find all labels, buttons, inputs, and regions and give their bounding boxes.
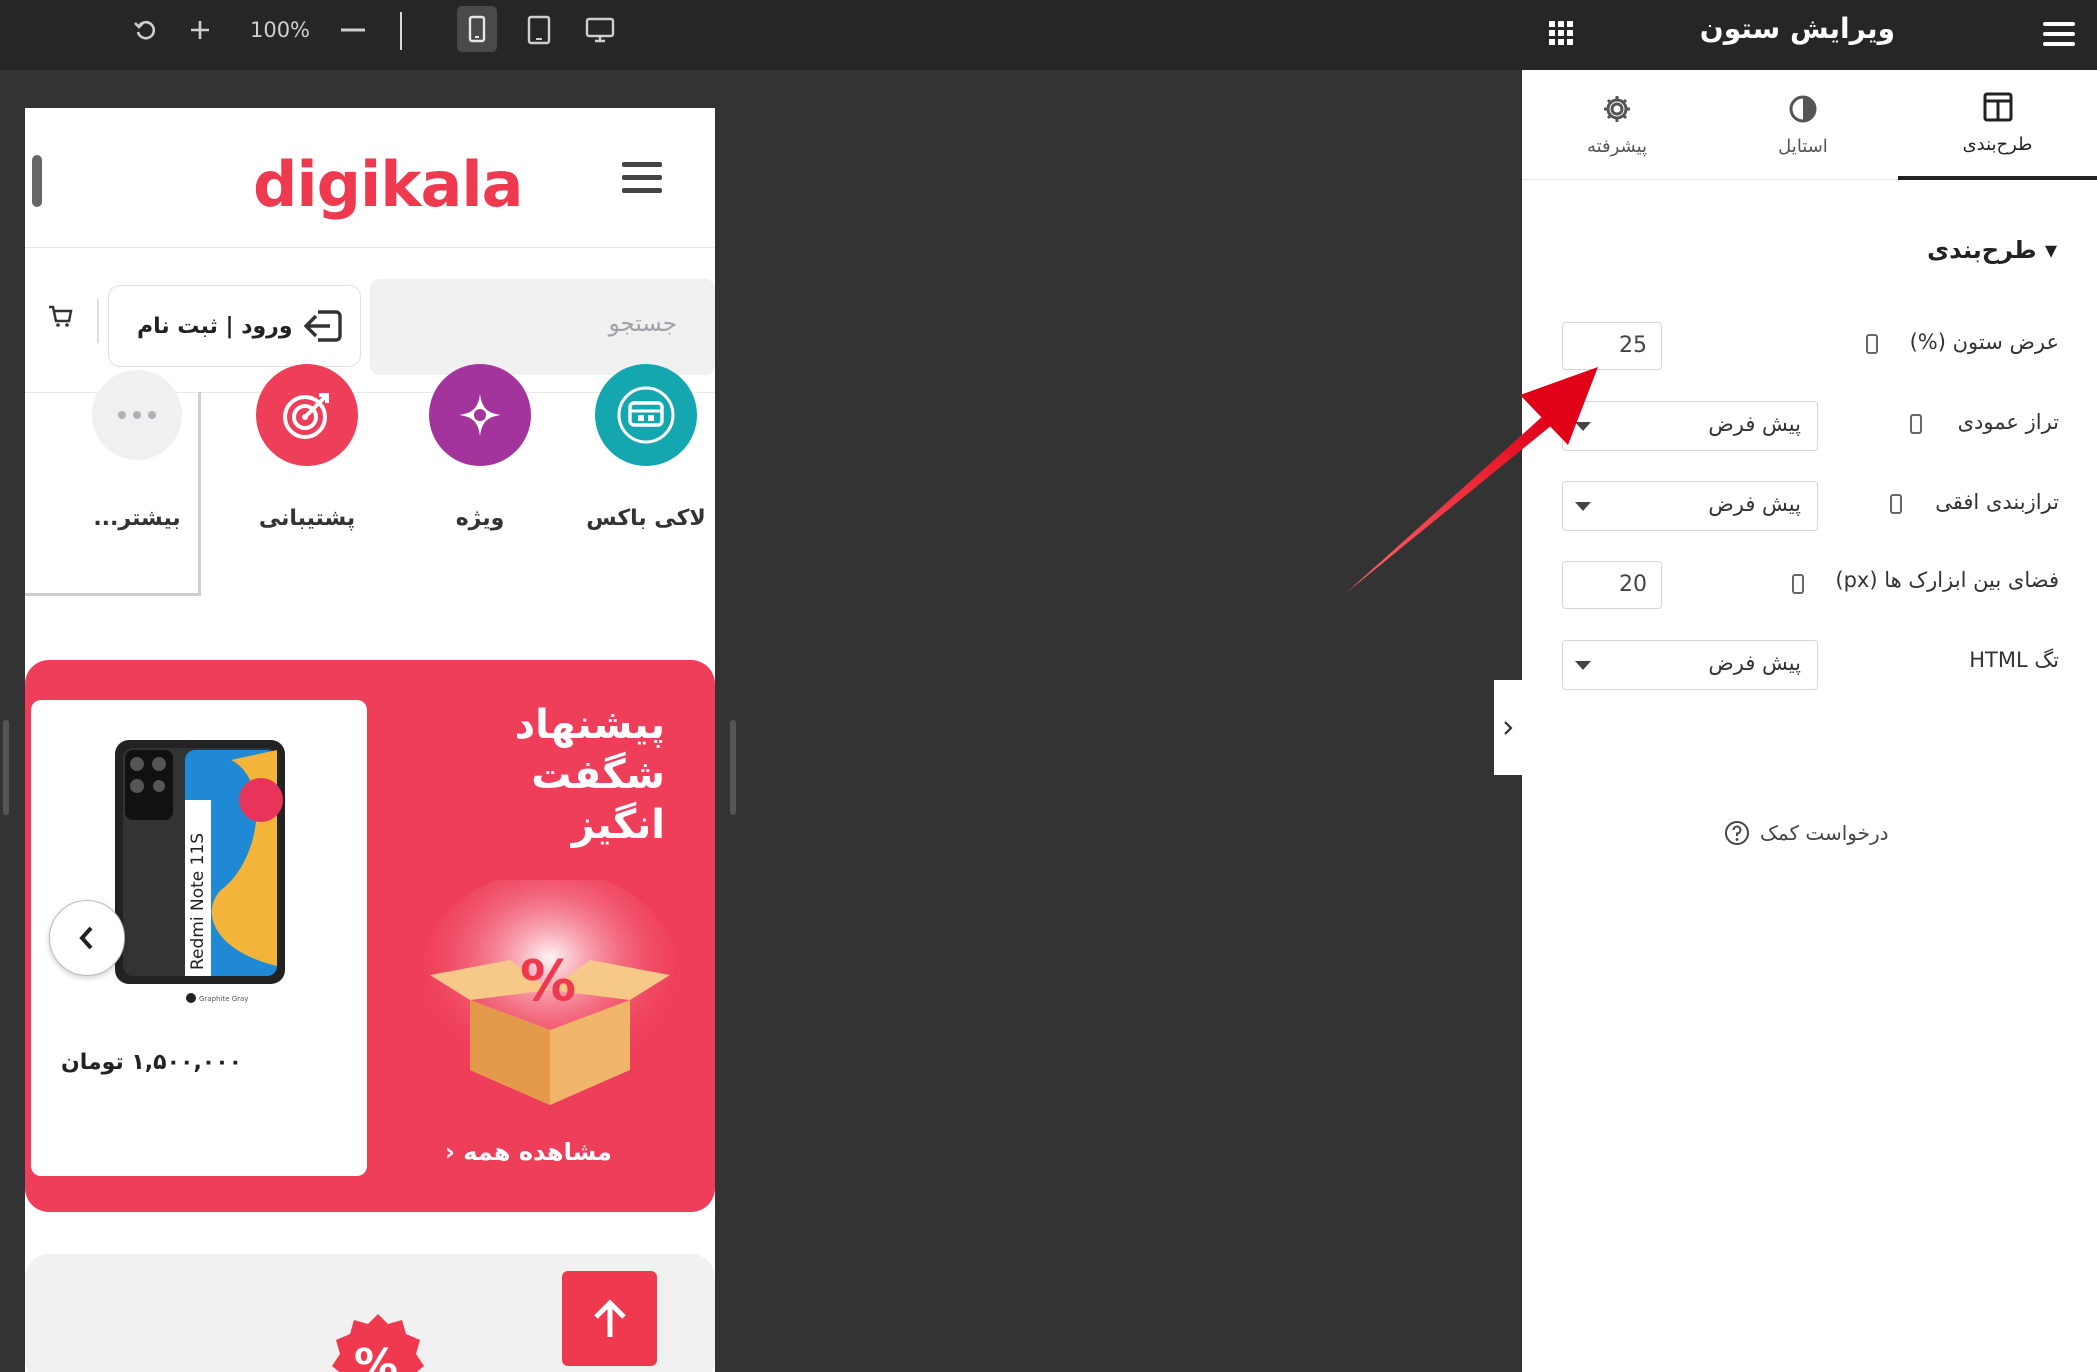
gear-icon (1604, 95, 1630, 122)
login-label: ورود | ثبت نام (137, 313, 293, 339)
lucky-box-icon (595, 364, 697, 466)
panel-header: ویرایش ستون (1522, 0, 2097, 70)
desktop-device-button[interactable] (580, 0, 620, 60)
target-icon (256, 364, 358, 466)
column-width-label: عرض ستون (%) (1909, 330, 2059, 354)
caret-down-icon (1575, 661, 1591, 670)
mobile-device-button[interactable] (457, 6, 497, 52)
category-more[interactable]: بیشتر... (62, 370, 212, 531)
undo-icon[interactable] (128, 0, 164, 60)
amazing-offer-banner: Redmi Note 11S Graphite Gray ۱,۵۰۰,۰۰۰ ت… (25, 660, 715, 1212)
resize-handle-right[interactable] (730, 720, 736, 815)
tab-advanced[interactable]: پیشرفته (1522, 70, 1712, 180)
select-value: پیش فرض (1708, 492, 1801, 516)
login-button[interactable]: ورود | ثبت نام (108, 285, 361, 367)
section-title: طرح‌بندی (1927, 236, 2037, 264)
zoom-out-icon[interactable] (334, 0, 372, 60)
offer-title-line: انگیز (571, 802, 665, 848)
resize-handle-left[interactable] (3, 720, 9, 815)
offer-title-line: شگفت (531, 752, 665, 798)
toolbar-divider (400, 12, 402, 50)
category-label: پشتیبانی (258, 506, 356, 531)
help-label: درخواست کمک (1760, 821, 1889, 845)
see-all-label: مشاهده همه (463, 1138, 612, 1166)
arrow-up-icon (593, 1298, 626, 1337)
chevron-left-icon (79, 926, 93, 950)
sparkle-icon (429, 364, 531, 466)
category-label: بیشتر... (93, 506, 181, 531)
layout-icon (1983, 92, 2012, 121)
percent-badge-text: % (520, 949, 576, 1014)
contrast-icon (1789, 95, 1817, 122)
svg-text:%: % (354, 1340, 398, 1372)
tablet-icon (527, 15, 551, 45)
cart-icon[interactable] (47, 303, 73, 333)
chevron-right-icon (1504, 720, 1513, 735)
site-header: digikala (25, 108, 715, 248)
tab-label: استایل (1778, 135, 1828, 157)
offer-title-line: پیشنهاد (514, 702, 665, 748)
responsive-mobile-icon[interactable] (1792, 574, 1804, 594)
cart-divider (97, 299, 99, 343)
chevron-left-icon: ‹ (445, 1138, 455, 1166)
caret-down-icon: ▾ (2044, 236, 2057, 264)
apps-grid-icon[interactable] (1548, 20, 1574, 50)
svg-text:Graphite Gray: Graphite Gray (199, 995, 248, 1003)
widgets-space-label: فضای بین ابزارک ها (px) (1835, 568, 2059, 592)
category-row: لاکی باکس ویژه پشتیبانی بیشتر... (25, 364, 715, 624)
preview-toolbar: 100% (0, 0, 1522, 70)
panel-menu-icon[interactable] (2043, 22, 2075, 46)
help-icon (1725, 821, 1749, 845)
search-input[interactable]: جستجو (370, 279, 715, 375)
product-price: ۱,۵۰۰,۰۰۰ تومان (61, 1050, 243, 1075)
tablet-device-button[interactable] (520, 0, 558, 60)
search-placeholder: جستجو (608, 311, 677, 337)
tab-layout[interactable]: طرح‌بندی (1898, 70, 2097, 180)
menu-icon[interactable] (622, 162, 662, 196)
zoom-level: 100% (249, 18, 311, 42)
horizontal-align-label: ترازبندی افقی (1935, 490, 2059, 514)
more-dots-icon (92, 370, 182, 460)
mobile-preview: digikala جستجو ورود | ثبت نام لاکی باکس (25, 108, 715, 1372)
login-icon (302, 306, 344, 350)
vertical-align-label: تراز عمودی (1957, 410, 2059, 434)
see-all-link[interactable]: مشاهده همه ‹ (445, 1138, 612, 1166)
help-link[interactable]: درخواست کمک (1724, 820, 1889, 846)
carousel-prev-button[interactable] (49, 900, 125, 976)
mobile-icon (468, 15, 486, 43)
svg-text:Redmi Note 11S: Redmi Note 11S (188, 833, 208, 970)
responsive-mobile-icon[interactable] (1890, 494, 1902, 514)
tab-label: پیشرفته (1586, 135, 1648, 157)
html-tag-label: تگ HTML (1969, 648, 2059, 672)
tab-label: طرح‌بندی (1962, 133, 2033, 155)
category-support[interactable]: پشتیبانی (232, 364, 382, 531)
layout-section-toggle[interactable]: ▾ طرح‌بندی (1927, 236, 2057, 264)
gift-box-image: % (420, 880, 680, 1105)
offer-title: پیشنهاد شگفت انگیز (445, 700, 665, 850)
discount-badge-icon: % (332, 1314, 424, 1372)
editor-panel: ویرایش ستون طرح‌بندی استایل پیشرفته ▾ طر… (1522, 0, 2097, 1372)
scroll-indicator[interactable] (32, 155, 42, 207)
html-tag-select[interactable]: پیش فرض (1562, 640, 1818, 690)
category-label: ویژه (455, 506, 505, 531)
responsive-mobile-icon[interactable] (1866, 334, 1878, 354)
panel-title: ویرایش ستون (1699, 12, 1895, 45)
zoom-in-icon[interactable] (182, 0, 218, 60)
category-label: لاکی باکس (586, 506, 706, 531)
select-value: پیش فرض (1708, 651, 1801, 675)
product-image: Redmi Note 11S Graphite Gray (115, 740, 285, 1003)
tab-style[interactable]: استایل (1708, 70, 1898, 180)
category-lucky-box[interactable]: لاکی باکس (571, 364, 715, 531)
panel-tabs: طرح‌بندی استایل پیشرفته (1522, 70, 2097, 180)
annotation-arrow (1346, 367, 1598, 593)
panel-collapse-button[interactable] (1494, 680, 1522, 775)
select-value: پیش فرض (1708, 412, 1801, 436)
scroll-to-top-button[interactable] (562, 1271, 657, 1366)
responsive-mobile-icon[interactable] (1910, 414, 1922, 434)
site-logo[interactable]: digikala (253, 148, 523, 221)
category-special[interactable]: ویژه (405, 364, 555, 531)
desktop-icon (585, 17, 615, 43)
